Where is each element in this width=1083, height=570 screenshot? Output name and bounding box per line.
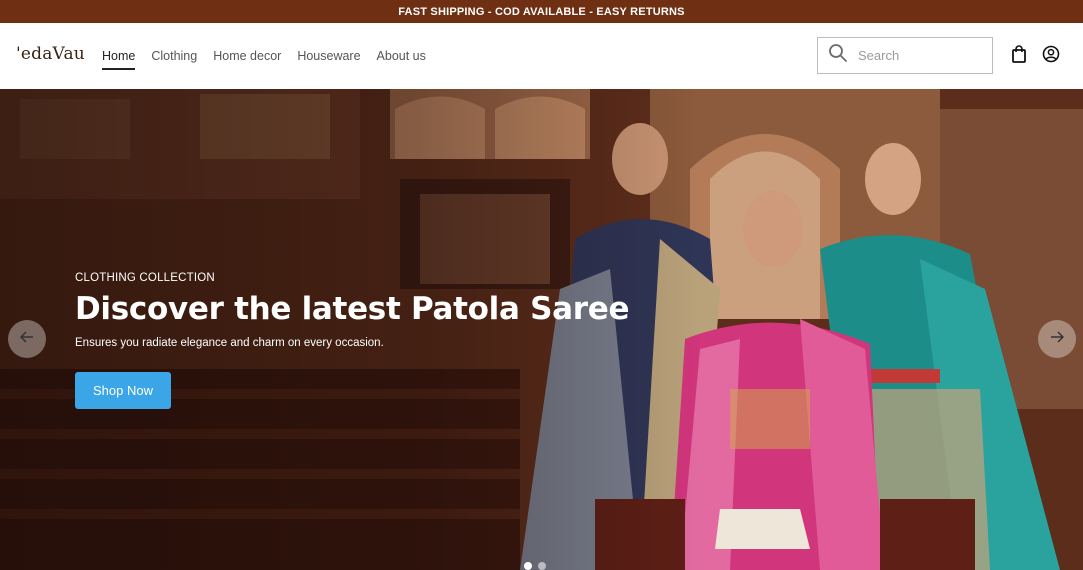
- carousel-dots: [524, 562, 546, 570]
- search-box[interactable]: [817, 37, 993, 74]
- arrow-left-icon: [19, 330, 34, 348]
- hero-subtitle: Ensures you radiate elegance and charm o…: [75, 337, 384, 349]
- brand-logo[interactable]: 'edaVau: [16, 44, 85, 64]
- nav-item-about-us[interactable]: About us: [377, 23, 426, 89]
- shopping-bag-icon[interactable]: [1011, 45, 1029, 63]
- carousel-next-button[interactable]: [1038, 320, 1076, 358]
- nav-item-home-decor[interactable]: Home decor: [213, 23, 281, 89]
- announcement-text: FAST SHIPPING - COD AVAILABLE - EASY RET…: [398, 5, 685, 18]
- announcement-bar: FAST SHIPPING - COD AVAILABLE - EASY RET…: [0, 0, 1083, 23]
- site-header: 'edaVau Home Clothing Home decor Housewa…: [0, 23, 1083, 89]
- nav-item-houseware[interactable]: Houseware: [297, 23, 360, 89]
- shop-now-button[interactable]: Shop Now: [75, 372, 171, 409]
- hero-eyebrow: CLOTHING COLLECTION: [75, 272, 215, 284]
- carousel-prev-button[interactable]: [8, 320, 46, 358]
- nav-item-home[interactable]: Home: [102, 23, 136, 89]
- hero-title: Discover the latest Patola Saree: [75, 291, 630, 327]
- search-icon: [828, 43, 848, 68]
- arrow-right-icon: [1050, 330, 1065, 348]
- carousel-dot-2[interactable]: [538, 562, 546, 570]
- hero-banner: CLOTHING COLLECTION Discover the latest …: [0, 89, 1083, 570]
- main-nav: Home Clothing Home decor Houseware About…: [102, 23, 426, 89]
- hero-overlay: [0, 89, 700, 570]
- carousel-dot-1[interactable]: [524, 562, 532, 570]
- nav-item-clothing[interactable]: Clothing: [151, 23, 197, 89]
- search-input[interactable]: [858, 48, 978, 63]
- account-icon[interactable]: [1042, 45, 1060, 63]
